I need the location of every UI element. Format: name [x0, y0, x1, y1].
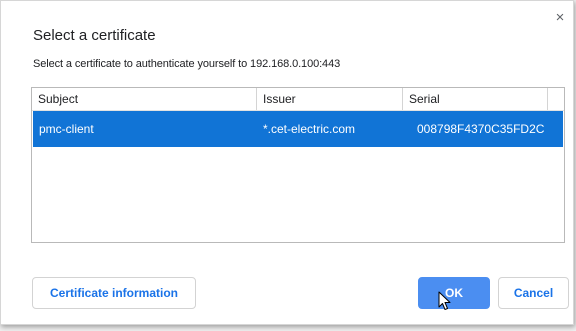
column-header-subject[interactable]: Subject — [32, 88, 257, 110]
cell-serial: 008798F4370C35FD2C — [417, 122, 545, 136]
ok-button[interactable]: OK — [418, 277, 490, 309]
close-icon[interactable]: × — [553, 10, 567, 25]
cell-issuer: *.cet-electric.com — [263, 122, 356, 136]
table-row[interactable]: pmc-client *.cet-electric.com 008798F437… — [33, 111, 563, 147]
column-header-serial[interactable]: Serial — [403, 88, 548, 110]
dialog-subtitle: Select a certificate to authenticate you… — [33, 58, 341, 70]
certificate-information-button[interactable]: Certificate information — [32, 277, 196, 309]
dialog-title: Select a certificate — [33, 27, 156, 44]
mouse-pointer-icon — [438, 291, 451, 310]
certificate-dialog: × Select a certificate Select a certific… — [0, 0, 574, 325]
cancel-button[interactable]: Cancel — [498, 277, 569, 309]
table-header: Subject Issuer Serial — [32, 88, 564, 111]
cell-subject: pmc-client — [39, 122, 94, 136]
certificate-table: Subject Issuer Serial pmc-client *.cet-e… — [31, 87, 565, 243]
column-header-issuer[interactable]: Issuer — [257, 88, 403, 110]
